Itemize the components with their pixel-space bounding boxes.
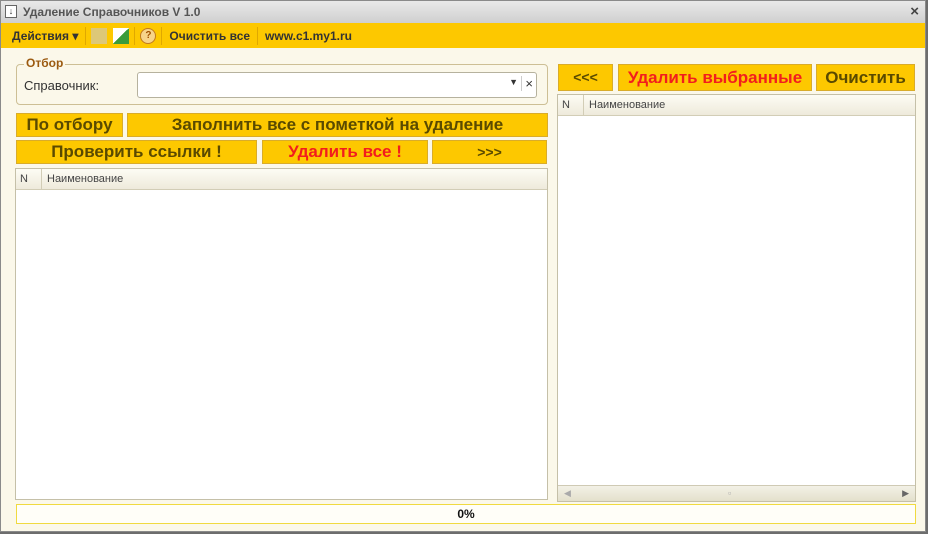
scroll-left-icon[interactable]: ◀ bbox=[564, 488, 571, 499]
separator bbox=[161, 26, 163, 45]
check-links-button[interactable]: Проверить ссылки ! bbox=[16, 140, 257, 164]
chevron-down-icon[interactable]: ▼ bbox=[509, 77, 518, 87]
delete-selected-button[interactable]: Удалить выбранные bbox=[618, 64, 812, 91]
table-header: N Наименование bbox=[16, 169, 547, 190]
progress-bar: 0% bbox=[16, 504, 916, 524]
toolbar: Действия ▾ ? Очистить все www.c1.my1.ru bbox=[1, 23, 925, 48]
clear-button[interactable]: Очистить bbox=[816, 64, 915, 91]
help-icon[interactable]: ? bbox=[140, 27, 157, 44]
clear-icon[interactable]: × bbox=[521, 76, 533, 91]
scroll-thumb[interactable]: ▫ bbox=[728, 488, 731, 498]
filter-group: Отбор Справочник: ▼ × bbox=[16, 56, 548, 105]
horizontal-scrollbar[interactable]: ◀ ▫ ▶ bbox=[558, 485, 915, 501]
separator bbox=[134, 26, 136, 45]
fill-marked-button[interactable]: Заполнить все с пометкой на удаление bbox=[127, 113, 548, 137]
catalog-label: Справочник: bbox=[24, 78, 100, 93]
filter-group-label: Отбор bbox=[24, 56, 66, 70]
actions-menu[interactable]: Действия ▾ bbox=[7, 29, 83, 43]
move-left-button[interactable]: <<< bbox=[558, 64, 613, 91]
catalog-input[interactable]: ▼ × bbox=[137, 72, 537, 98]
right-table[interactable]: N Наименование ◀ ▫ ▶ bbox=[557, 94, 916, 502]
column-name[interactable]: Наименование bbox=[42, 169, 123, 189]
window-title: Удаление Справочников V 1.0 bbox=[23, 5, 201, 19]
table-header: N Наименование bbox=[558, 95, 915, 116]
clear-all-button[interactable]: Очистить все bbox=[164, 29, 255, 43]
left-table[interactable]: N Наименование bbox=[15, 168, 548, 500]
column-name[interactable]: Наименование bbox=[584, 95, 665, 115]
app-icon: ↓ bbox=[5, 5, 17, 18]
progress-label: 0% bbox=[457, 507, 475, 521]
site-link[interactable]: www.c1.my1.ru bbox=[260, 29, 357, 43]
column-n[interactable]: N bbox=[558, 95, 584, 115]
delete-all-button[interactable]: Удалить все ! bbox=[262, 140, 428, 164]
title-bar: ↓ Удаление Справочников V 1.0 × bbox=[1, 1, 925, 23]
separator bbox=[257, 26, 259, 45]
close-button[interactable]: × bbox=[910, 1, 919, 23]
main-window: ↓ Удаление Справочников V 1.0 × Действия… bbox=[0, 0, 926, 532]
column-n[interactable]: N bbox=[16, 169, 42, 189]
separator bbox=[85, 26, 87, 45]
scroll-right-icon[interactable]: ▶ bbox=[902, 488, 909, 499]
move-right-button[interactable]: >>> bbox=[432, 140, 547, 164]
load-icon[interactable] bbox=[91, 27, 108, 44]
by-filter-button[interactable]: По отбору bbox=[16, 113, 123, 137]
save-icon[interactable] bbox=[113, 27, 130, 44]
